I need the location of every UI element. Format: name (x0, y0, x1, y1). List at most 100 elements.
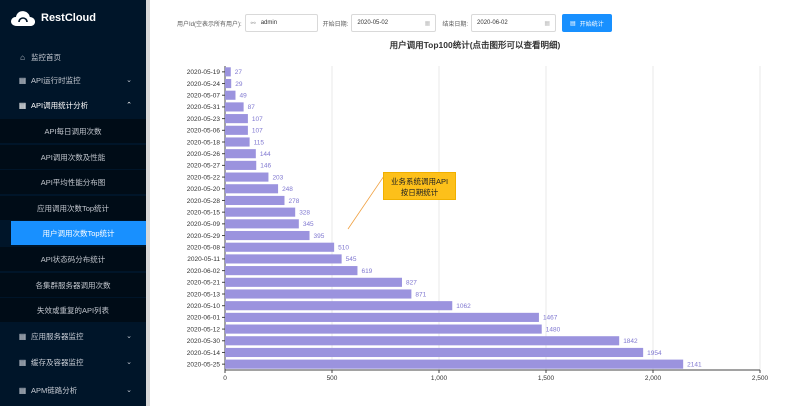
sidebar-item-api-daily-calls[interactable]: API每日调用次数 (0, 119, 146, 143)
bar[interactable] (225, 301, 453, 311)
bar[interactable] (225, 230, 310, 241)
data-label: 107 (252, 116, 263, 123)
sidebar-item-dashboard[interactable]: ⌂ 监控首页 (0, 45, 146, 69)
sidebar-item-apm-trace-analysis[interactable]: ▦ APM链路分析 ⌄ (0, 378, 146, 402)
sidebar-item-api-status-codes[interactable]: API状态码分布统计 (0, 247, 146, 271)
sidebar-item-label: 各集群服务器调用次数 (35, 280, 111, 290)
data-label: 510 (338, 245, 349, 252)
data-label: 1467 (543, 315, 558, 322)
data-label: 619 (361, 268, 372, 275)
category-label: 2020-05-23 (187, 116, 221, 123)
x-tick-label: 2,000 (645, 375, 662, 382)
data-label: 27 (235, 69, 243, 76)
logo-text: RestCloud (41, 12, 96, 24)
annotation-line-2: 按日期统计 (400, 188, 439, 197)
bar[interactable] (225, 160, 257, 170)
main-content: 用户Id(空表示所有用户): ⚯ admin 开始日期: 2020-05-02 … (150, 0, 800, 406)
sidebar-item-label: 缓存及容器监控 (31, 357, 84, 367)
app-window: RestCloud ⌂ 监控首页 ▦ API运行时监控 ⌄ ▦ API调用统计分析 ⌃ API每… (0, 0, 800, 406)
bar[interactable] (225, 114, 248, 124)
bar[interactable] (225, 254, 342, 264)
category-label: 2020-05-14 (187, 350, 221, 357)
category-label: 2020-05-19 (187, 69, 221, 76)
sidebar-item-label: 监控首页 (31, 52, 61, 62)
bar[interactable] (225, 90, 236, 100)
sidebar-item-app-server-monitor[interactable]: ▦ 应用服务器监控 ⌄ (0, 324, 146, 348)
bar[interactable] (225, 242, 335, 252)
bar-chart[interactable]: 0 500 1,000 1,500 2,000 2,500 2020-05-19 27 2020… (150, 0, 800, 406)
data-label: 1480 (546, 326, 561, 333)
category-label: 2020-05-25 (187, 361, 221, 368)
category-label: 2020-05-31 (187, 104, 221, 111)
data-label: 1062 (456, 303, 471, 310)
bar[interactable] (225, 207, 296, 217)
category-label: 2020-05-29 (187, 233, 221, 240)
data-label: 827 (406, 280, 417, 287)
sidebar-item-api-call-analysis[interactable]: ▦ API调用统计分析 ⌃ (0, 93, 146, 117)
category-label: 2020-05-20 (187, 186, 221, 193)
chevron-down-icon: ⌄ (126, 359, 132, 366)
bar[interactable] (225, 289, 412, 299)
annotation-callout: 业务系统调用API 按日期统计 (383, 172, 456, 200)
data-label: 29 (235, 81, 243, 88)
category-label: 2020-05-11 (187, 256, 220, 263)
chevron-down-icon: ⌄ (126, 333, 132, 340)
cloud-logo-icon (11, 10, 36, 26)
data-label: 144 (260, 151, 271, 158)
sidebar-item-api-runtime-monitor[interactable]: ▦ API运行时监控 ⌄ (0, 68, 146, 92)
category-label: 2020-05-12 (187, 326, 221, 333)
sidebar-item-api-calls-performance[interactable]: API调用次数及性能 (0, 145, 146, 169)
sidebar-item-invalid-duplicate-apis[interactable]: 失效或重复的API列表 (0, 298, 146, 322)
data-label: 248 (282, 186, 293, 193)
bar[interactable] (225, 102, 244, 112)
chevron-down-icon: ⌄ (126, 77, 132, 84)
bar[interactable] (225, 336, 620, 346)
sidebar-item-label: APM链路分析 (31, 385, 78, 395)
data-label: 49 (239, 93, 247, 100)
category-label: 2020-05-15 (187, 209, 221, 216)
bar[interactable] (225, 184, 279, 194)
data-label: 545 (346, 256, 357, 263)
category-label: 2020-05-26 (187, 151, 221, 158)
sidebar-item-cluster-server-calls[interactable]: 各集群服务器调用次数 (0, 273, 146, 297)
bar[interactable] (225, 195, 285, 206)
annotation-line-1: 业务系统调用API (390, 177, 449, 186)
bar[interactable] (225, 172, 269, 182)
sidebar-item-label: API运行时监控 (31, 75, 81, 85)
sidebar-item-cache-container-monitor[interactable]: ▦ 缓存及容器监控 ⌄ (0, 350, 146, 374)
category-label: 2020-05-30 (187, 338, 221, 345)
bar[interactable] (225, 277, 402, 287)
bar[interactable] (225, 219, 299, 229)
bar[interactable] (225, 347, 644, 358)
bar[interactable] (225, 359, 684, 369)
sidebar-item-user-calls-top[interactable]: 用户调用次数Top统计 (11, 221, 146, 245)
bar[interactable] (225, 149, 256, 159)
bar[interactable] (225, 324, 542, 334)
x-tick-label: 500 (327, 375, 338, 382)
data-label: 395 (314, 233, 325, 240)
category-label: 2020-05-07 (187, 93, 221, 100)
bar[interactable] (225, 78, 232, 89)
bar[interactable] (225, 67, 231, 77)
data-label: 278 (288, 198, 299, 205)
category-label: 2020-05-13 (187, 291, 221, 298)
sidebar-item-app-calls-top[interactable]: 应用调用次数Top统计 (0, 196, 146, 220)
data-label: 1842 (623, 338, 638, 345)
grid-icon: ▦ (18, 100, 27, 110)
category-label: 2020-05-28 (187, 198, 221, 205)
sidebar-item-label: API调用次数及性能 (40, 152, 106, 162)
sidebar-item-api-avg-performance[interactable]: API平均性能分布图 (0, 170, 146, 194)
sidebar-item-label: 应用调用次数Top统计 (36, 203, 110, 213)
bar[interactable] (225, 312, 539, 322)
bar[interactable] (225, 137, 250, 147)
category-label: 2020-05-18 (187, 139, 221, 146)
category-label: 2020-05-08 (187, 245, 221, 252)
sidebar-item-label: 失效或重复的API列表 (36, 305, 110, 315)
logo[interactable]: RestCloud (10, 4, 96, 32)
bar[interactable] (225, 266, 358, 276)
data-label: 146 (260, 163, 271, 170)
category-label: 2020-06-01 (187, 315, 221, 322)
bar[interactable] (225, 125, 248, 135)
data-label: 107 (252, 128, 263, 135)
category-label: 2020-05-27 (187, 163, 221, 170)
